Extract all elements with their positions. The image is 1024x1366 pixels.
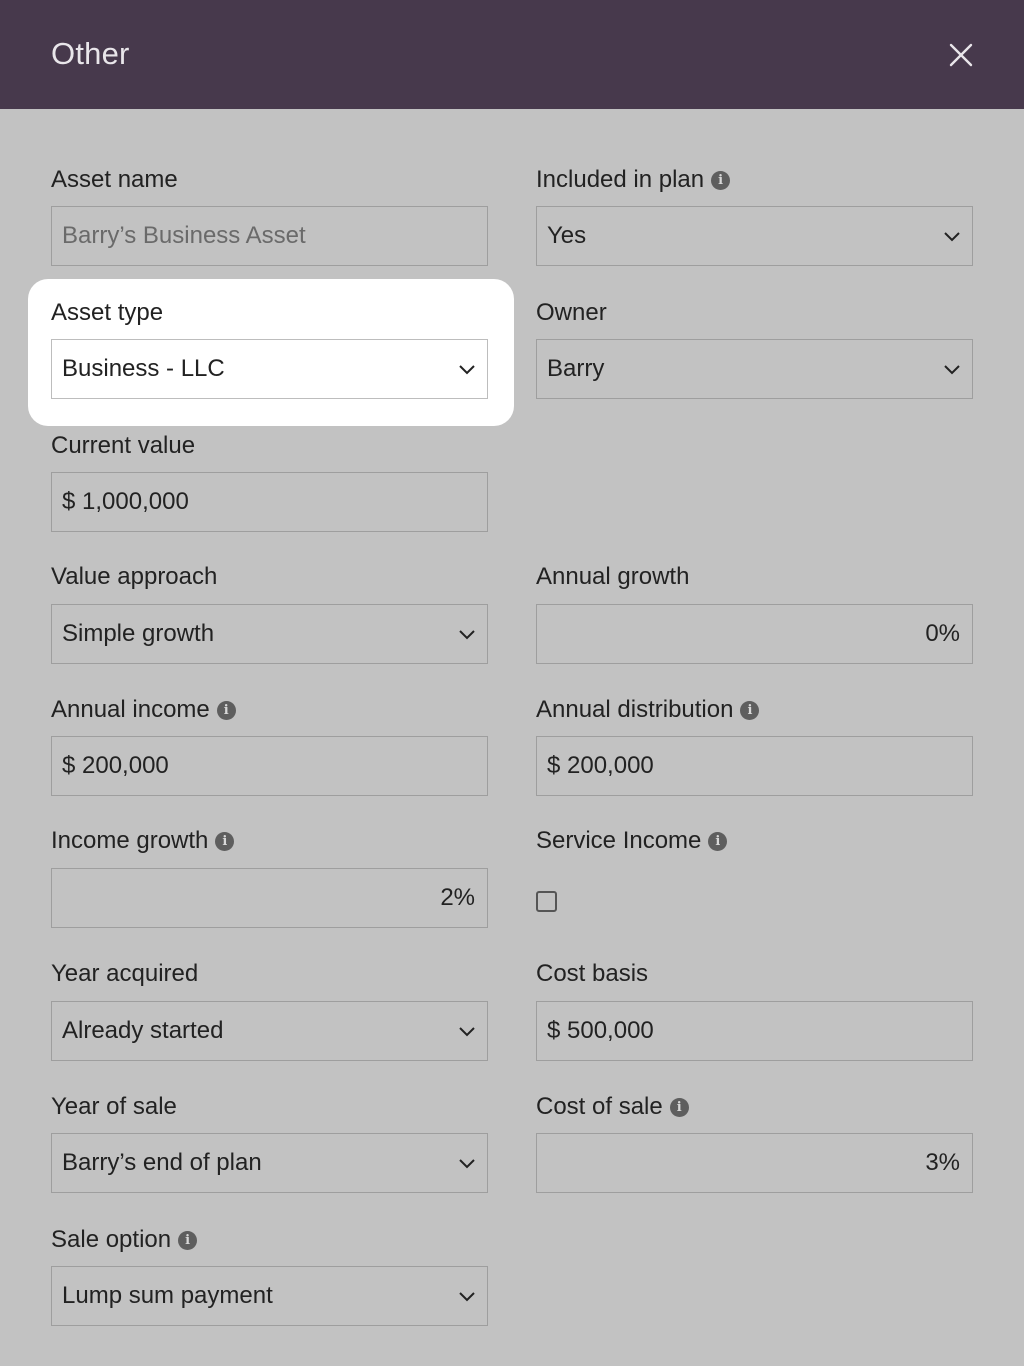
cost-of-sale-label: Cost of sale i [536,1093,689,1121]
chevron-down-icon [459,1292,475,1302]
annual-growth-input[interactable]: 0% [536,604,973,664]
info-icon[interactable]: i [215,831,235,851]
income-growth-input[interactable]: 2% [51,868,488,928]
dialog-header: Other [0,0,1024,109]
annual-growth-label: Annual growth [536,563,690,590]
service-income-checkbox[interactable] [536,891,557,912]
sale-option-label: Sale option i [51,1226,198,1254]
annual-distribution-input[interactable]: $ 200,000 [536,736,973,796]
included-in-plan-label: Included in plan i [536,166,731,194]
info-icon[interactable]: i [178,1230,198,1250]
annual-income-label: Annual income i [51,696,236,724]
chevron-down-icon [459,365,475,375]
service-income-label: Service Income i [536,827,728,855]
current-value-label: Current value [51,432,196,459]
current-value-input[interactable]: $ 1,000,000 [51,472,488,532]
asset-type-label: Asset type [51,299,164,326]
included-in-plan-select[interactable]: Yes [536,206,973,266]
year-acquired-label: Year acquired [51,960,199,987]
asset-name-input[interactable]: Barry’s Business Asset [51,206,488,266]
year-acquired-select[interactable]: Already started [51,1001,488,1061]
cost-basis-label: Cost basis [536,960,649,987]
annual-distribution-label: Annual distribution i [536,696,760,724]
info-icon[interactable]: i [740,700,760,720]
chevron-down-icon [944,365,960,375]
owner-label: Owner [536,299,607,326]
sale-option-select[interactable]: Lump sum payment [51,1266,488,1326]
chevron-down-icon [459,1027,475,1037]
info-icon[interactable]: i [669,1097,689,1117]
chevron-down-icon [944,232,960,242]
dialog-title: Other [51,36,130,71]
owner-select[interactable]: Barry [536,339,973,399]
asset-type-select[interactable]: Business - LLC [51,339,488,399]
info-icon[interactable]: i [708,831,728,851]
chevron-down-icon [459,1159,475,1169]
info-icon[interactable]: i [216,700,236,720]
asset-name-label: Asset name [51,166,178,193]
year-of-sale-label: Year of sale [51,1093,177,1120]
chevron-down-icon [459,630,475,640]
close-icon[interactable] [944,38,978,72]
income-growth-label: Income growth i [51,827,235,855]
value-approach-label: Value approach [51,563,218,590]
value-approach-select[interactable]: Simple growth [51,604,488,664]
info-icon[interactable]: i [711,170,731,190]
year-of-sale-select[interactable]: Barry’s end of plan [51,1133,488,1193]
annual-income-input[interactable]: $ 200,000 [51,736,488,796]
cost-basis-input[interactable]: $ 500,000 [536,1001,973,1061]
cost-of-sale-input[interactable]: 3% [536,1133,973,1193]
